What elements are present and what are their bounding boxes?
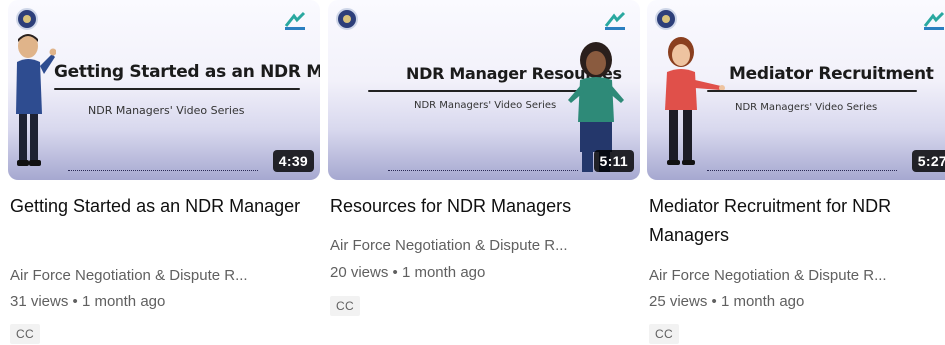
thumbnail-series-label: NDR Managers' Video Series (88, 104, 245, 117)
duration-badge: 5:11 (593, 150, 634, 172)
thumbnail-heading: Mediator Recruitment (729, 64, 934, 84)
thumbnail-divider (368, 90, 583, 92)
channel-name[interactable]: Air Force Negotiation & Dispute R... (330, 236, 630, 256)
video-thumbnail[interactable]: Mediator Recruitment NDR Managers' Video… (647, 0, 945, 180)
video-grid: Getting Started as an NDR Manager NDR Ma… (0, 0, 945, 345)
thumbnail-heading: Getting Started as an NDR Manager (54, 62, 320, 82)
thumbnail-series-label: NDR Managers' Video Series (414, 100, 557, 111)
video-stats: 20 views • 1 month ago (330, 264, 486, 281)
video-card[interactable]: NDR Manager Resources NDR Managers' Vide… (328, 0, 640, 345)
thumbnail-footnote (388, 170, 578, 174)
video-title[interactable]: Resources for NDR Managers (330, 192, 630, 221)
video-thumbnail[interactable]: Getting Started as an NDR Manager NDR Ma… (8, 0, 320, 180)
video-thumbnail[interactable]: NDR Manager Resources NDR Managers' Vide… (328, 0, 640, 180)
woman-character-icon (665, 37, 725, 165)
ndr-logo-icon (604, 11, 626, 30)
cc-badge: CC (10, 324, 40, 344)
ndr-logo-icon (284, 11, 306, 30)
video-stats: 25 views • 1 month ago (649, 293, 805, 310)
cc-badge: CC (330, 296, 360, 316)
video-title[interactable]: Mediator Recruitment for NDR Managers (649, 192, 945, 250)
duration-badge: 5:27 (911, 150, 945, 172)
man-character-icon (16, 34, 56, 166)
video-card[interactable]: Getting Started as an NDR Manager NDR Ma… (8, 0, 320, 345)
channel-name[interactable]: Air Force Negotiation & Dispute R... (649, 266, 945, 286)
air-force-seal-icon (336, 8, 358, 30)
cc-badge: CC (649, 324, 679, 344)
channel-name[interactable]: Air Force Negotiation & Dispute R... (10, 266, 310, 286)
video-stats: 31 views • 1 month ago (10, 293, 166, 310)
thumbnail-footnote (68, 170, 258, 174)
duration-badge: 4:39 (272, 150, 314, 172)
video-title[interactable]: Getting Started as an NDR Manager (10, 192, 310, 221)
thumbnail-divider (707, 90, 917, 92)
thumbnail-divider (54, 88, 300, 90)
thumbnail-footnote (707, 170, 897, 174)
air-force-seal-icon (655, 8, 677, 30)
thumbnail-series-label: NDR Managers' Video Series (735, 102, 878, 113)
ndr-logo-icon (923, 11, 945, 30)
video-card[interactable]: Mediator Recruitment NDR Managers' Video… (647, 0, 945, 345)
air-force-seal-icon (16, 8, 38, 30)
